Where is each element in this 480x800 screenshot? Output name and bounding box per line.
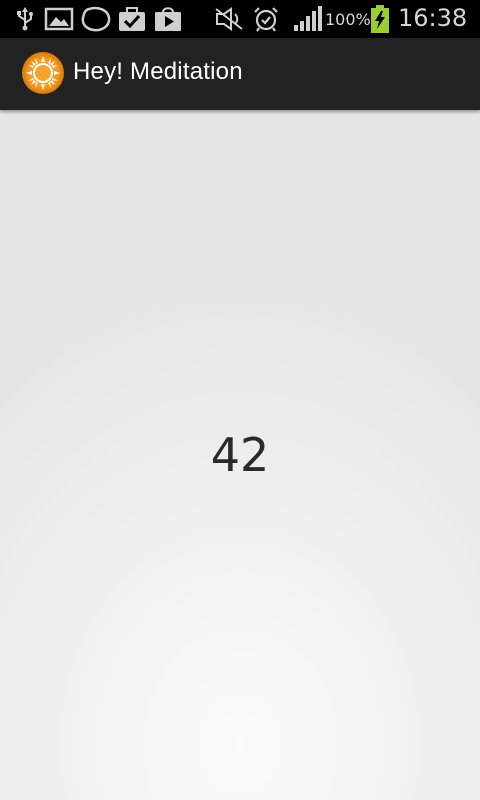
sun-icon[interactable] bbox=[21, 51, 65, 95]
briefcase-check-icon bbox=[119, 7, 145, 31]
blob-icon bbox=[81, 6, 111, 32]
clock: 16:38 bbox=[398, 4, 468, 32]
play-store-icon bbox=[155, 7, 181, 31]
signal-icon bbox=[294, 6, 322, 31]
mute-icon bbox=[215, 7, 243, 31]
counter-value: 42 bbox=[210, 428, 270, 482]
main-content[interactable]: 42 bbox=[0, 110, 480, 800]
status-bar: 100% 16:38 bbox=[0, 0, 480, 38]
battery-charging-icon bbox=[371, 5, 389, 33]
action-bar: Hey! Meditation bbox=[0, 38, 480, 110]
alarm-icon bbox=[254, 7, 278, 32]
usb-icon bbox=[17, 7, 33, 31]
app-title: Hey! Meditation bbox=[73, 58, 243, 85]
image-icon bbox=[44, 7, 74, 31]
battery-percent: 100% bbox=[325, 10, 371, 29]
